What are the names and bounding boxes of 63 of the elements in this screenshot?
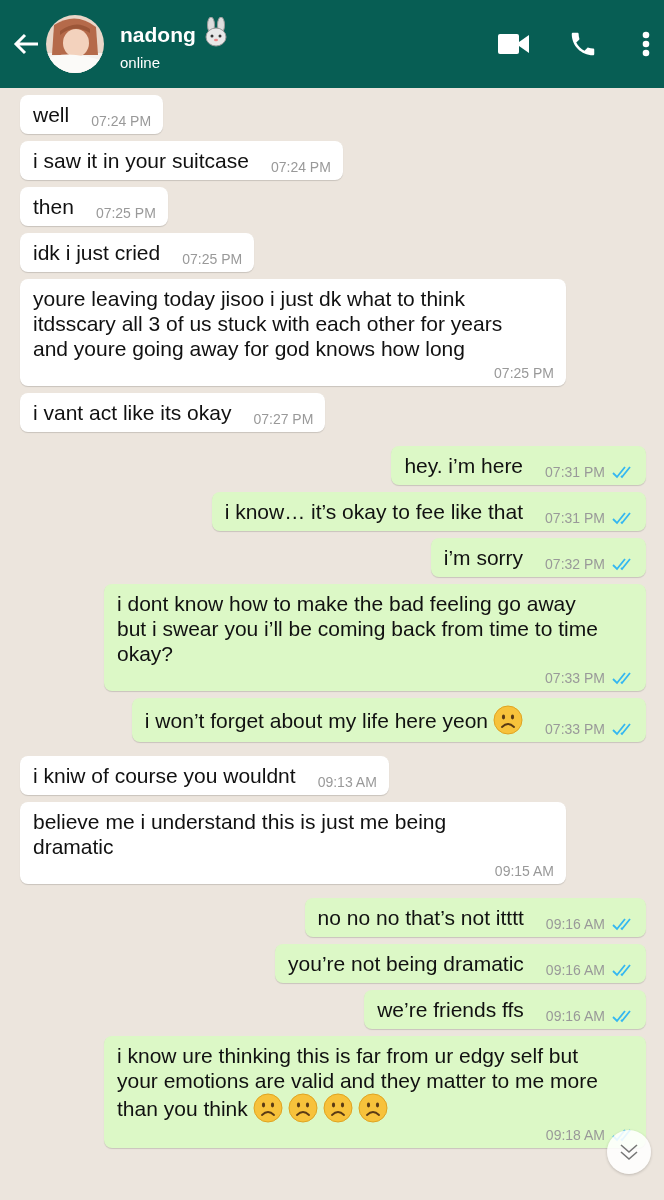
message-text: i saw it in your suitcase: [33, 148, 249, 173]
message-time: 07:25 PM: [494, 364, 554, 382]
message-time: 07:25 PM: [182, 250, 243, 268]
message-bubble[interactable]: i won’t forget about my life here yeon 07:33 PM: [131, 698, 646, 742]
message-bubble[interactable]: i know… it’s okay to fee like that 07:31 PM: [211, 492, 646, 531]
frowning-emoji-icon: [493, 705, 524, 735]
message-text: idk i just cried: [33, 240, 161, 265]
message-bubble[interactable]: then 07:25 PM: [20, 187, 168, 226]
double-chevron-icon: [619, 1143, 639, 1161]
message-text: i know ure thinking this is far from ur edgy self but your emotions are valid and they matter to me more than you think: [117, 1043, 604, 1123]
message-time: 07:27 PM: [253, 410, 314, 428]
frowning-emoji-icon: [287, 1093, 318, 1123]
back-arrow-icon[interactable]: [12, 32, 40, 56]
message-bubble[interactable]: i know ure thinking this is far from ur edgy self but your emotions are valid and they matter to me more than you think 09:18 AM: [104, 1036, 646, 1148]
message-time: 07:31 PM: [545, 463, 605, 481]
message-text: we’re friends ffs: [377, 997, 524, 1022]
message-time: 09:15 AM: [494, 862, 554, 880]
message-time: 09:18 AM: [545, 1126, 605, 1144]
message-bubble[interactable]: idk i just cried 07:25 PM: [20, 233, 255, 272]
message-time: 07:31 PM: [545, 509, 605, 527]
message-text: i know… it’s okay to fee like that: [224, 499, 524, 524]
message-bubble[interactable]: believe me i understand this is just me being dramatic 09:15 AM: [20, 802, 566, 884]
message-text: hey. i’m here: [404, 453, 524, 478]
menu-icon[interactable]: [642, 31, 650, 57]
message-bubble[interactable]: i dont know how to make the bad feeling go away but i swear you i’ll be coming back from time to time okay? 07:33 PM: [104, 584, 646, 691]
message-text: well: [33, 102, 70, 127]
message-text: then: [33, 194, 74, 219]
contact-status: online: [120, 54, 162, 71]
message-time: 07:24 PM: [270, 158, 331, 176]
message-bubble[interactable]: youre leaving today jisoo i just dk what to think itdsscary all 3 of us stuck with each other for years and youre going away for god knows how long 07:25 PM: [20, 279, 566, 386]
message-bubble[interactable]: no no no that’s not itttt 09:16 AM: [304, 898, 646, 937]
message-text: i vant act like its okay: [33, 400, 232, 425]
message-time: 07:33 PM: [545, 720, 605, 738]
message-time: 07:33 PM: [545, 669, 605, 687]
message-bubble[interactable]: i’m sorry 07:32 PM: [430, 538, 646, 577]
message-text: you’re not being dramatic: [288, 951, 524, 976]
message-time: 07:32 PM: [545, 555, 605, 573]
message-bubble[interactable]: well 07:24 PM: [20, 95, 164, 134]
message-bubble[interactable]: you’re not being dramatic 09:16 AM: [275, 944, 646, 983]
contact-name: nadong: [120, 22, 196, 47]
message-time: 07:24 PM: [91, 112, 152, 130]
message-bubble[interactable]: i saw it in your suitcase 07:24 PM: [20, 141, 343, 180]
message-text: i’m sorry: [443, 545, 524, 570]
frowning-emoji-icon: [322, 1093, 353, 1123]
frowning-emoji-icon: [357, 1093, 388, 1123]
message-text: believe me i understand this is just me being dramatic: [33, 809, 448, 859]
message-text: i won’t forget about my life here yeon: [144, 705, 524, 735]
frowning-emoji-icon: [252, 1093, 283, 1123]
message-bubble[interactable]: hey. i’m here 07:31 PM: [391, 446, 646, 485]
message-text: youre leaving today jisoo i just dk what to think itdsscary all 3 of us stuck with each other for years and youre going away for god knows how long: [33, 286, 504, 361]
message-bubble[interactable]: i kniw of course you wouldnt 09:13 AM: [20, 756, 389, 795]
message-bubble[interactable]: i vant act like its okay 07:27 PM: [20, 393, 326, 432]
message-text: i dont know how to make the bad feeling go away but i swear you i’ll be coming back from time to time okay?: [117, 591, 599, 666]
message-text: i kniw of course you wouldnt: [33, 763, 296, 788]
scroll-down-button[interactable]: [607, 1130, 651, 1174]
message-time: 07:25 PM: [95, 204, 156, 222]
message-text: no no no that’s not itttt: [317, 905, 524, 930]
message-time: 09:13 AM: [317, 773, 377, 791]
message-time: 09:16 AM: [545, 915, 605, 933]
video-call-icon[interactable]: [498, 33, 530, 55]
message-time: 09:16 AM: [545, 961, 605, 979]
message-bubble[interactable]: we’re friends ffs 09:16 AM: [364, 990, 646, 1029]
message-time: 09:16 AM: [545, 1007, 605, 1025]
